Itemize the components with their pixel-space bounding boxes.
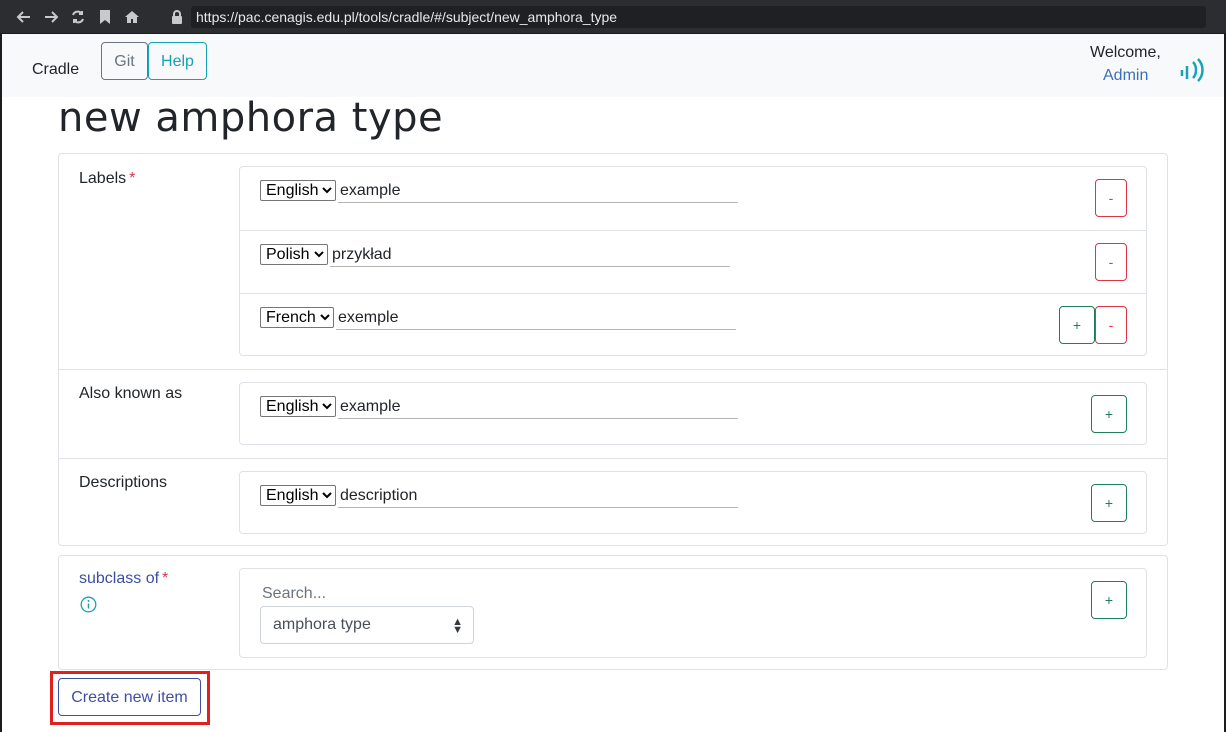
labels-list: English - Polish - French + - [239, 166, 1147, 356]
page-title: new amphora type [58, 95, 444, 141]
language-select[interactable]: Polish [260, 244, 328, 265]
description-input[interactable] [338, 484, 738, 508]
list-item: English - [240, 167, 1146, 230]
back-icon[interactable] [14, 7, 34, 27]
list-item: French + - [240, 293, 1146, 356]
forward-icon[interactable] [41, 7, 61, 27]
bookmark-icon[interactable] [95, 7, 115, 27]
app-navbar: Cradle Git Help Welcome, Admin [2, 34, 1224, 97]
language-select[interactable]: English [260, 180, 336, 201]
add-button[interactable]: + [1091, 581, 1127, 619]
select-arrows-icon: ▲ ▼ [452, 616, 463, 636]
remove-button[interactable]: - [1095, 306, 1127, 344]
properties-card: Labels* English - Polish - French + - Al… [58, 153, 1168, 546]
aka-label: Also known as [79, 385, 183, 402]
subclass-box: Search... amphora type ▲ ▼ + [239, 568, 1147, 658]
language-select[interactable]: French [260, 307, 334, 328]
label-input[interactable] [330, 243, 730, 267]
reload-icon[interactable] [68, 7, 88, 27]
subclass-select[interactable]: amphora type ▲ ▼ [260, 606, 474, 644]
remove-button[interactable]: - [1095, 243, 1127, 281]
aka-input[interactable] [338, 395, 738, 419]
subclass-card: subclass of * Search... amphora type ▲ ▼ + [58, 555, 1168, 670]
add-button[interactable]: + [1091, 395, 1127, 433]
label-input[interactable] [338, 179, 738, 203]
home-icon[interactable] [122, 7, 142, 27]
search-placeholder[interactable]: Search... [262, 585, 326, 603]
subclass-label[interactable]: subclass of * [79, 570, 168, 588]
language-select[interactable]: English [260, 396, 336, 417]
language-select[interactable]: English [260, 485, 336, 506]
welcome-text: Welcome, [1090, 44, 1161, 61]
list-item: Polish - [240, 230, 1146, 293]
labels-section: Labels* English - Polish - French + - [59, 154, 1167, 369]
info-icon[interactable] [80, 596, 97, 613]
remove-button[interactable]: - [1095, 179, 1127, 217]
user-link[interactable]: Admin [1103, 67, 1148, 85]
aka-section: Also known as English + [59, 369, 1167, 458]
lock-icon [170, 9, 184, 25]
descriptions-list: English + [239, 471, 1147, 534]
add-button[interactable]: + [1091, 484, 1127, 522]
address-bar[interactable]: https://pac.cenagis.edu.pl/tools/cradle/… [191, 6, 1206, 28]
required-mark: * [162, 570, 169, 587]
list-item: English + [240, 383, 1146, 446]
list-item: English + [240, 472, 1146, 535]
window-frame-left [0, 34, 2, 732]
help-button[interactable]: Help [148, 42, 207, 80]
highlight-box [50, 671, 210, 725]
required-mark: * [129, 170, 136, 187]
descriptions-section: Descriptions English + [59, 458, 1167, 547]
descriptions-label: Descriptions [79, 474, 168, 491]
labels-label: Labels * [79, 170, 136, 187]
aka-list: English + [239, 382, 1147, 445]
subclass-selected-value: amphora type [273, 616, 371, 633]
brand-link[interactable]: Cradle [32, 61, 79, 79]
app-logo-icon[interactable] [1180, 56, 1206, 84]
git-button[interactable]: Git [101, 42, 148, 80]
add-button[interactable]: + [1059, 306, 1095, 344]
label-input[interactable] [336, 306, 736, 330]
